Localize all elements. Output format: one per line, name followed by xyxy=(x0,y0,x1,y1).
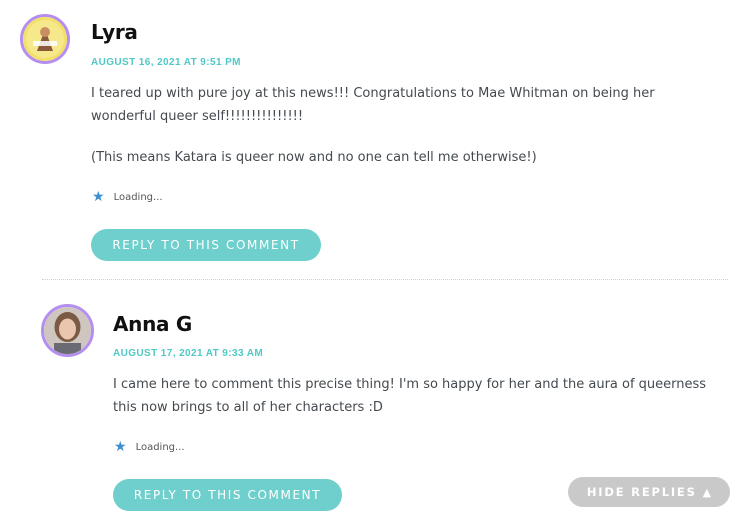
avatar-image xyxy=(44,307,91,354)
hide-replies-label: HIDE REPLIES xyxy=(586,485,697,499)
star-icon: ★ xyxy=(114,439,127,455)
reply-button[interactable]: REPLY TO THIS COMMENT xyxy=(91,229,321,261)
comment-body: I came here to comment this precise thin… xyxy=(113,373,723,437)
comment-paragraph: (This means Katara is queer now and no o… xyxy=(91,150,537,165)
star-icon: ★ xyxy=(92,189,105,205)
comment-date[interactable]: AUGUST 17, 2021 AT 9:33 AM xyxy=(113,348,263,359)
like-status: Loading... xyxy=(113,191,163,203)
comment-paragraph: I teared up with pure joy at this news!!… xyxy=(91,86,655,124)
like-widget[interactable]: ★ Loading... xyxy=(92,190,163,204)
triangle-up-icon: ▲ xyxy=(702,485,712,499)
comment-author[interactable]: Lyra xyxy=(91,20,138,44)
comment-body: I teared up with pure joy at this news!!… xyxy=(91,82,721,187)
like-status: Loading... xyxy=(135,441,185,453)
like-widget[interactable]: ★ Loading... xyxy=(114,440,185,454)
reply-button[interactable]: REPLY TO THIS COMMENT xyxy=(113,479,342,511)
comment-divider xyxy=(42,279,728,280)
hide-replies-button[interactable]: HIDE REPLIES ▲ xyxy=(568,477,730,507)
avatar-image xyxy=(23,17,67,61)
avatar[interactable] xyxy=(41,304,94,357)
comment-paragraph: I came here to comment this precise thin… xyxy=(113,377,707,415)
comment-date[interactable]: AUGUST 16, 2021 AT 9:51 PM xyxy=(91,57,241,68)
comment-author[interactable]: Anna G xyxy=(113,312,192,336)
avatar[interactable] xyxy=(20,14,70,64)
